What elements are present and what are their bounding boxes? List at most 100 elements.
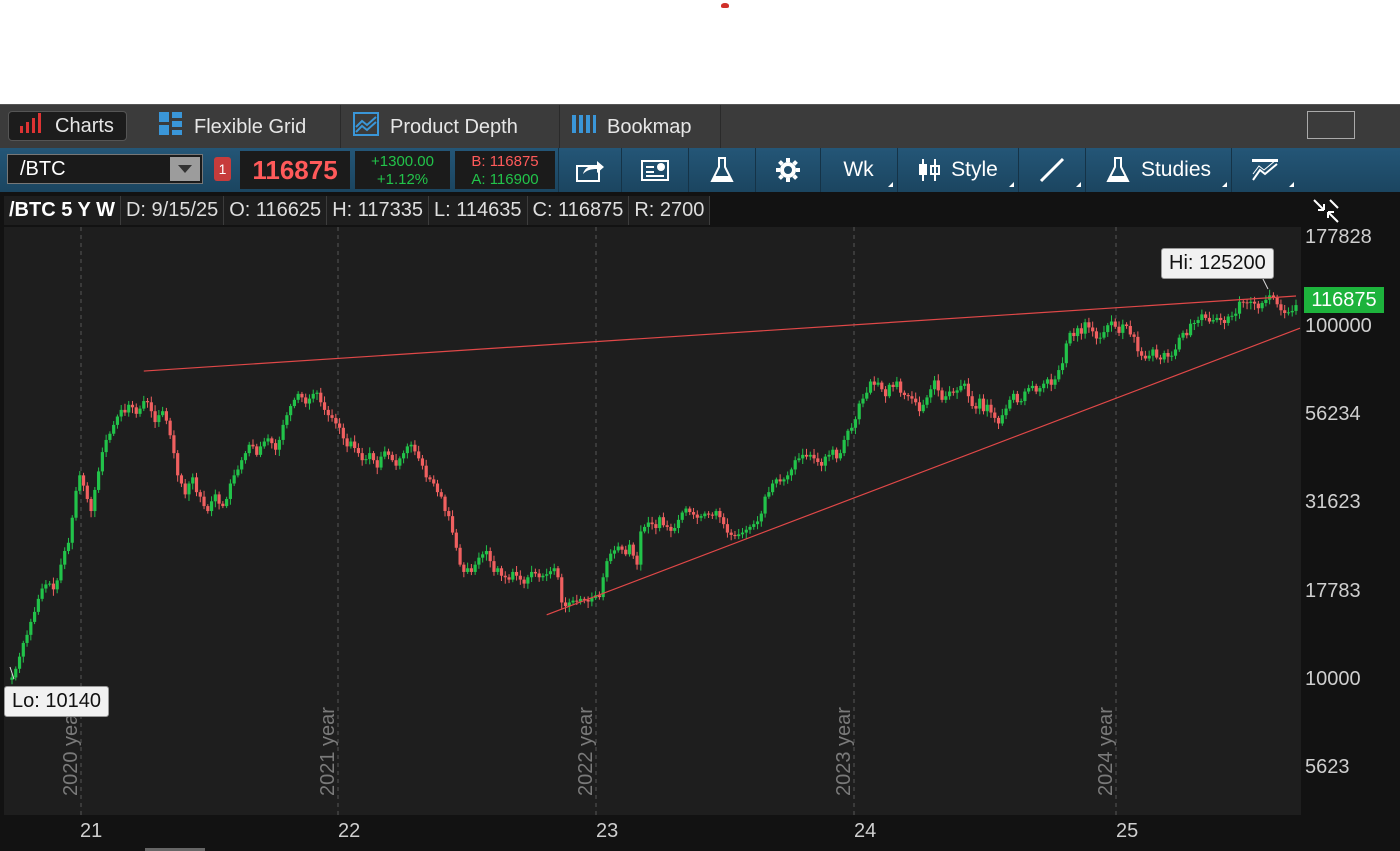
candle (225, 496, 229, 509)
candle (364, 455, 368, 465)
symbol-dropdown-button[interactable] (170, 157, 200, 181)
candle (477, 552, 481, 569)
y-tick-label: 17783 (1305, 580, 1361, 602)
candle (145, 398, 150, 408)
candle (1030, 380, 1035, 391)
symbol-input[interactable]: /BTC (7, 154, 203, 184)
window-layout-button[interactable] (1307, 111, 1355, 139)
candle (669, 523, 673, 538)
candle (1083, 318, 1087, 339)
candle (744, 525, 748, 539)
candle (793, 456, 797, 475)
candle (1279, 299, 1283, 316)
candle (978, 394, 982, 415)
candle (484, 545, 489, 561)
candle (134, 403, 138, 418)
flask-icon (709, 157, 734, 182)
settings-button[interactable] (755, 148, 819, 192)
candle (349, 437, 353, 449)
candle (353, 435, 357, 453)
candle (691, 507, 696, 519)
candle (32, 607, 37, 625)
candle (831, 446, 835, 460)
candle (1132, 332, 1136, 343)
candle (857, 400, 861, 425)
candle (428, 475, 432, 482)
tab-label: Flexible Grid (194, 115, 307, 138)
tab-bookmap[interactable]: Bookmap (561, 105, 721, 149)
candle (661, 512, 666, 528)
flask-button[interactable] (688, 148, 754, 192)
candle (115, 414, 120, 429)
candle (390, 451, 394, 463)
candle (518, 570, 522, 585)
tab-charts[interactable]: Charts (8, 111, 127, 141)
top-blank-area (0, 0, 1400, 104)
candle (895, 376, 899, 390)
news-button[interactable] (621, 148, 687, 192)
candle (405, 443, 409, 459)
style-button[interactable]: Style (897, 148, 1017, 192)
candle (462, 562, 466, 578)
candle (179, 473, 184, 488)
candle (123, 403, 127, 416)
candle (251, 439, 255, 449)
candle (138, 405, 142, 417)
candle (70, 515, 74, 550)
candle (639, 525, 643, 571)
candle (322, 396, 327, 415)
candle (1196, 316, 1200, 327)
pattern-button[interactable] (1231, 148, 1297, 192)
bar-low: L: 114635 (429, 196, 528, 225)
candle (880, 380, 884, 392)
drawing-tools-button[interactable] (1018, 148, 1084, 192)
tab-product-depth[interactable]: Product Depth (342, 105, 560, 149)
candle (718, 507, 722, 523)
candle (827, 450, 831, 462)
candle (1264, 295, 1268, 307)
candle (108, 431, 112, 443)
candle (443, 494, 447, 517)
candle (797, 453, 801, 463)
last-price-tag: 116875 (1304, 287, 1384, 313)
candle (514, 565, 519, 581)
candle (1222, 316, 1227, 330)
candle (861, 393, 865, 408)
x-tick-label: 23 (596, 820, 619, 842)
x-tick-label: 25 (1116, 820, 1139, 842)
candle (469, 564, 473, 576)
candle (1098, 332, 1102, 344)
candle (232, 469, 236, 487)
candle (1038, 385, 1042, 397)
candle (100, 447, 104, 476)
candle (1143, 350, 1147, 361)
candle (402, 450, 406, 464)
candle (1140, 347, 1144, 361)
candle (311, 389, 315, 403)
candle (481, 551, 485, 563)
candle (627, 540, 632, 557)
flask-icon (1106, 157, 1130, 182)
candle (292, 397, 297, 409)
candle (1268, 289, 1272, 305)
cursor-marker (721, 3, 729, 8)
news-icon (640, 160, 669, 181)
high-callout: Hi: 125200 (1161, 248, 1274, 279)
candle (1106, 322, 1110, 337)
candle (1241, 299, 1245, 308)
candle (801, 448, 805, 465)
link-group-badge[interactable]: 1 (214, 157, 231, 181)
candle (917, 396, 922, 417)
candle (725, 518, 730, 538)
tab-flexible-grid[interactable]: Flexible Grid (148, 105, 341, 149)
lower-trendline[interactable] (546, 327, 1301, 616)
symbol-value: /BTC (20, 157, 66, 180)
y-tick-label: 177828 (1305, 226, 1372, 248)
x-tick-label: 21 (80, 820, 103, 842)
candle (1034, 383, 1038, 395)
share-button[interactable] (558, 148, 620, 192)
candle (578, 595, 583, 605)
studies-button[interactable]: Studies (1085, 148, 1230, 192)
candle (680, 510, 684, 523)
aggregation-button[interactable]: Wk (820, 148, 896, 192)
